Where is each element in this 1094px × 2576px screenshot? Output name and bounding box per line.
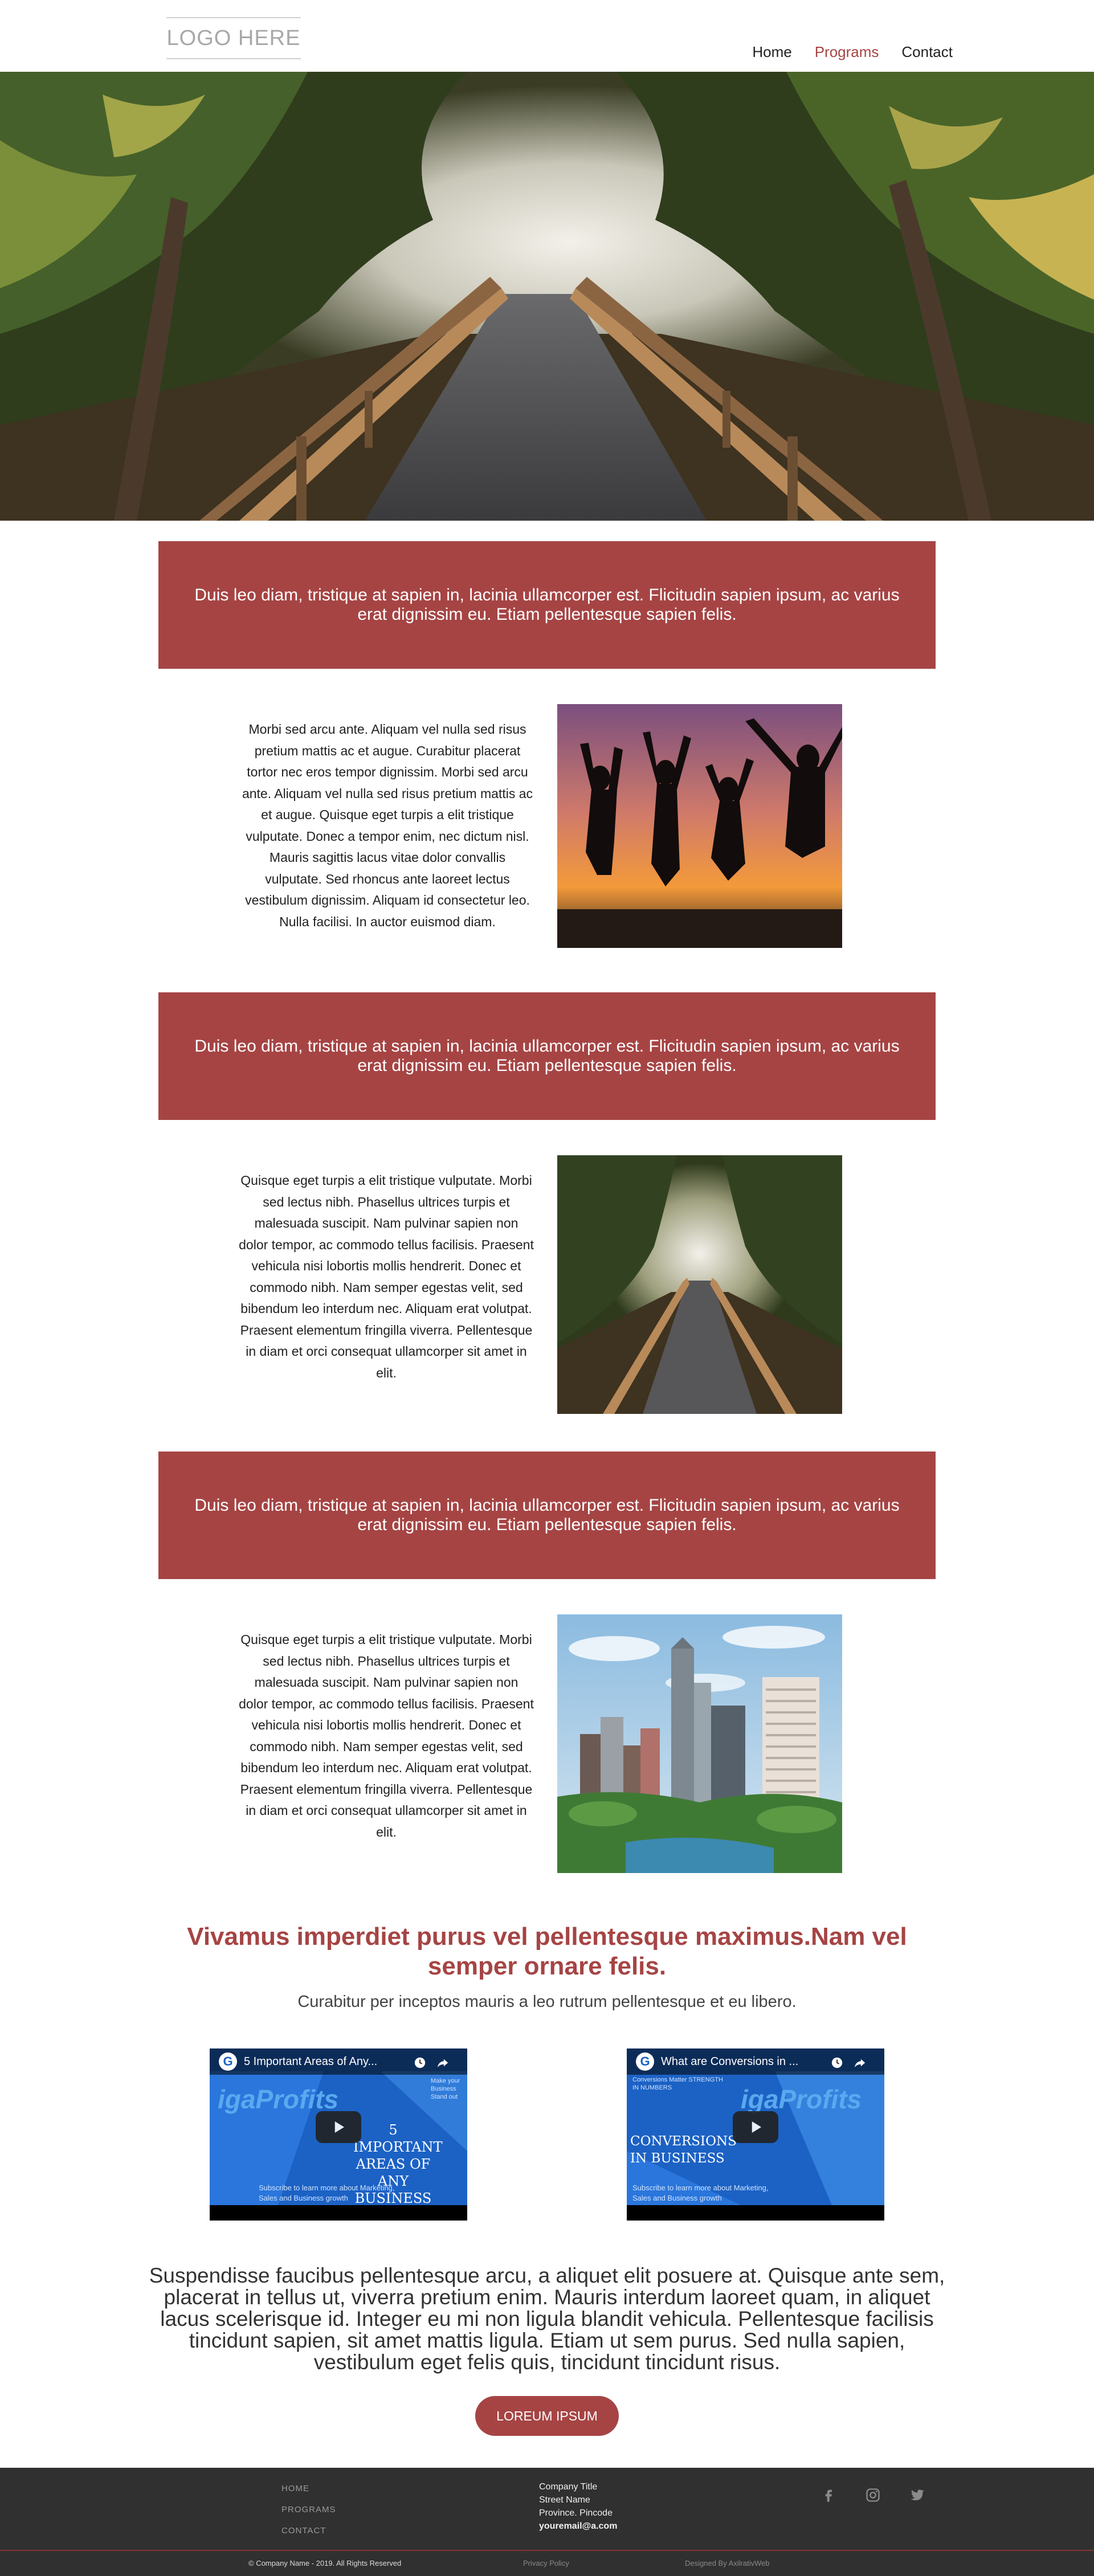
play-icon — [752, 2121, 761, 2133]
footer-link-programs[interactable]: PROGRAMS — [281, 2505, 336, 2514]
video-title[interactable]: What are Conversions in ... — [661, 2055, 832, 2068]
facebook-icon[interactable] — [820, 2487, 836, 2503]
row-3-image — [557, 1614, 842, 1873]
video-headline: CONVERSIONS IN BUSINESS — [630, 2134, 737, 2166]
silhouette-jumping-image — [557, 704, 842, 948]
play-button[interactable] — [733, 2111, 778, 2143]
instagram-icon[interactable] — [865, 2487, 881, 2503]
video-brand-text: igaProfits — [741, 2084, 862, 2114]
video-corner-note: Conversions Matter STRENGTH IN NUMBERS — [632, 2076, 723, 2091]
company-title: Company Title — [539, 2482, 598, 2492]
video-actions — [414, 2056, 449, 2072]
privacy-policy-link[interactable]: Privacy Policy — [523, 2559, 569, 2567]
band-text: Duis leo diam, tristique at sapien in, l… — [194, 1037, 900, 1075]
nav-home[interactable]: Home — [752, 43, 791, 61]
logo[interactable]: LOGO HERE — [166, 17, 301, 59]
video-caption: Subscribe to learn more about Marketing,… — [259, 2184, 395, 2202]
video-corner-note: Make your Business Stand out — [431, 2078, 460, 2100]
cta-button[interactable]: LOREUM IPSUM — [475, 2396, 619, 2436]
boardwalk-image — [557, 1155, 842, 1414]
highlight-band: Duis leo diam, tristique at sapien in, l… — [158, 992, 936, 1120]
logo-text: LOGO HERE — [166, 26, 301, 50]
twitter-icon[interactable] — [909, 2487, 925, 2503]
watch-later-icon[interactable] — [414, 2056, 426, 2072]
footer-link-contact[interactable]: CONTACT — [281, 2526, 336, 2536]
main-nav: Home Programs Contact — [752, 43, 953, 61]
channel-logo-icon: G — [636, 2052, 654, 2071]
footer-link-home[interactable]: HOME — [281, 2484, 336, 2493]
play-button[interactable] — [316, 2111, 361, 2143]
email-link[interactable]: youremail@a.com — [539, 2520, 617, 2533]
share-icon[interactable] — [854, 2056, 866, 2072]
site-header: LOGO HERE Home Programs Contact — [0, 0, 1094, 72]
video-embed[interactable]: igaProfits CONVERSIONS IN BUSINESS Conve… — [627, 2048, 884, 2221]
video-title[interactable]: 5 Important Areas of Any... — [244, 2055, 415, 2068]
site-footer: HOME PROGRAMS CONTACT Company Title Stre… — [0, 2468, 1094, 2576]
copyright-text: © Company Name - 2019. All Rights Reserv… — [248, 2559, 402, 2567]
boardwalk-forest-image — [0, 72, 1094, 521]
section-subtitle: Curabitur per inceptos mauris a leo rutr… — [297, 1993, 797, 2011]
designed-by-text: Designed By AxilrativWeb — [685, 2559, 770, 2567]
video-brand-text: igaProfits — [218, 2084, 339, 2114]
footer-nav: HOME PROGRAMS CONTACT — [281, 2484, 336, 2536]
share-icon[interactable] — [436, 2056, 449, 2072]
row-3-text: Quisque eget turpis a elit tristique vul… — [239, 1632, 534, 1839]
city-skyline-image — [557, 1614, 842, 1873]
closing-paragraph: Suspendisse faucibus pellentesque arcu, … — [149, 2264, 945, 2374]
hero-image — [0, 72, 1094, 521]
video-actions — [831, 2056, 866, 2072]
play-icon — [334, 2121, 344, 2133]
row-2-image — [557, 1155, 842, 1414]
band-text: Duis leo diam, tristique at sapien in, l… — [194, 1496, 900, 1534]
footer-address: Company Title Street Name Province. Pinc… — [539, 2480, 617, 2533]
row-1-image — [557, 704, 842, 948]
section-title: Vivamus imperdiet purus vel pellentesque… — [187, 1923, 907, 1980]
province-pincode: Province. Pincode — [539, 2508, 613, 2518]
footer-divider — [0, 2550, 1094, 2551]
row-2-text: Quisque eget turpis a elit tristique vul… — [239, 1173, 534, 1380]
channel-logo-icon: G — [219, 2052, 237, 2071]
nav-contact[interactable]: Contact — [901, 43, 953, 61]
street-name: Street Name — [539, 2495, 590, 2505]
watch-later-icon[interactable] — [831, 2056, 843, 2072]
video-embed[interactable]: igaProfits 5 IMPORTANT AREAS OF ANY BUSI… — [210, 2048, 467, 2221]
highlight-band: Duis leo diam, tristique at sapien in, l… — [158, 1451, 936, 1579]
social-links — [820, 2487, 925, 2503]
row-1-text: Morbi sed arcu ante. Aliquam vel nulla s… — [242, 722, 533, 929]
nav-programs[interactable]: Programs — [815, 43, 879, 61]
band-text: Duis leo diam, tristique at sapien in, l… — [194, 586, 900, 624]
video-caption: Subscribe to learn more about Marketing,… — [632, 2184, 769, 2202]
highlight-band: Duis leo diam, tristique at sapien in, l… — [158, 541, 936, 669]
